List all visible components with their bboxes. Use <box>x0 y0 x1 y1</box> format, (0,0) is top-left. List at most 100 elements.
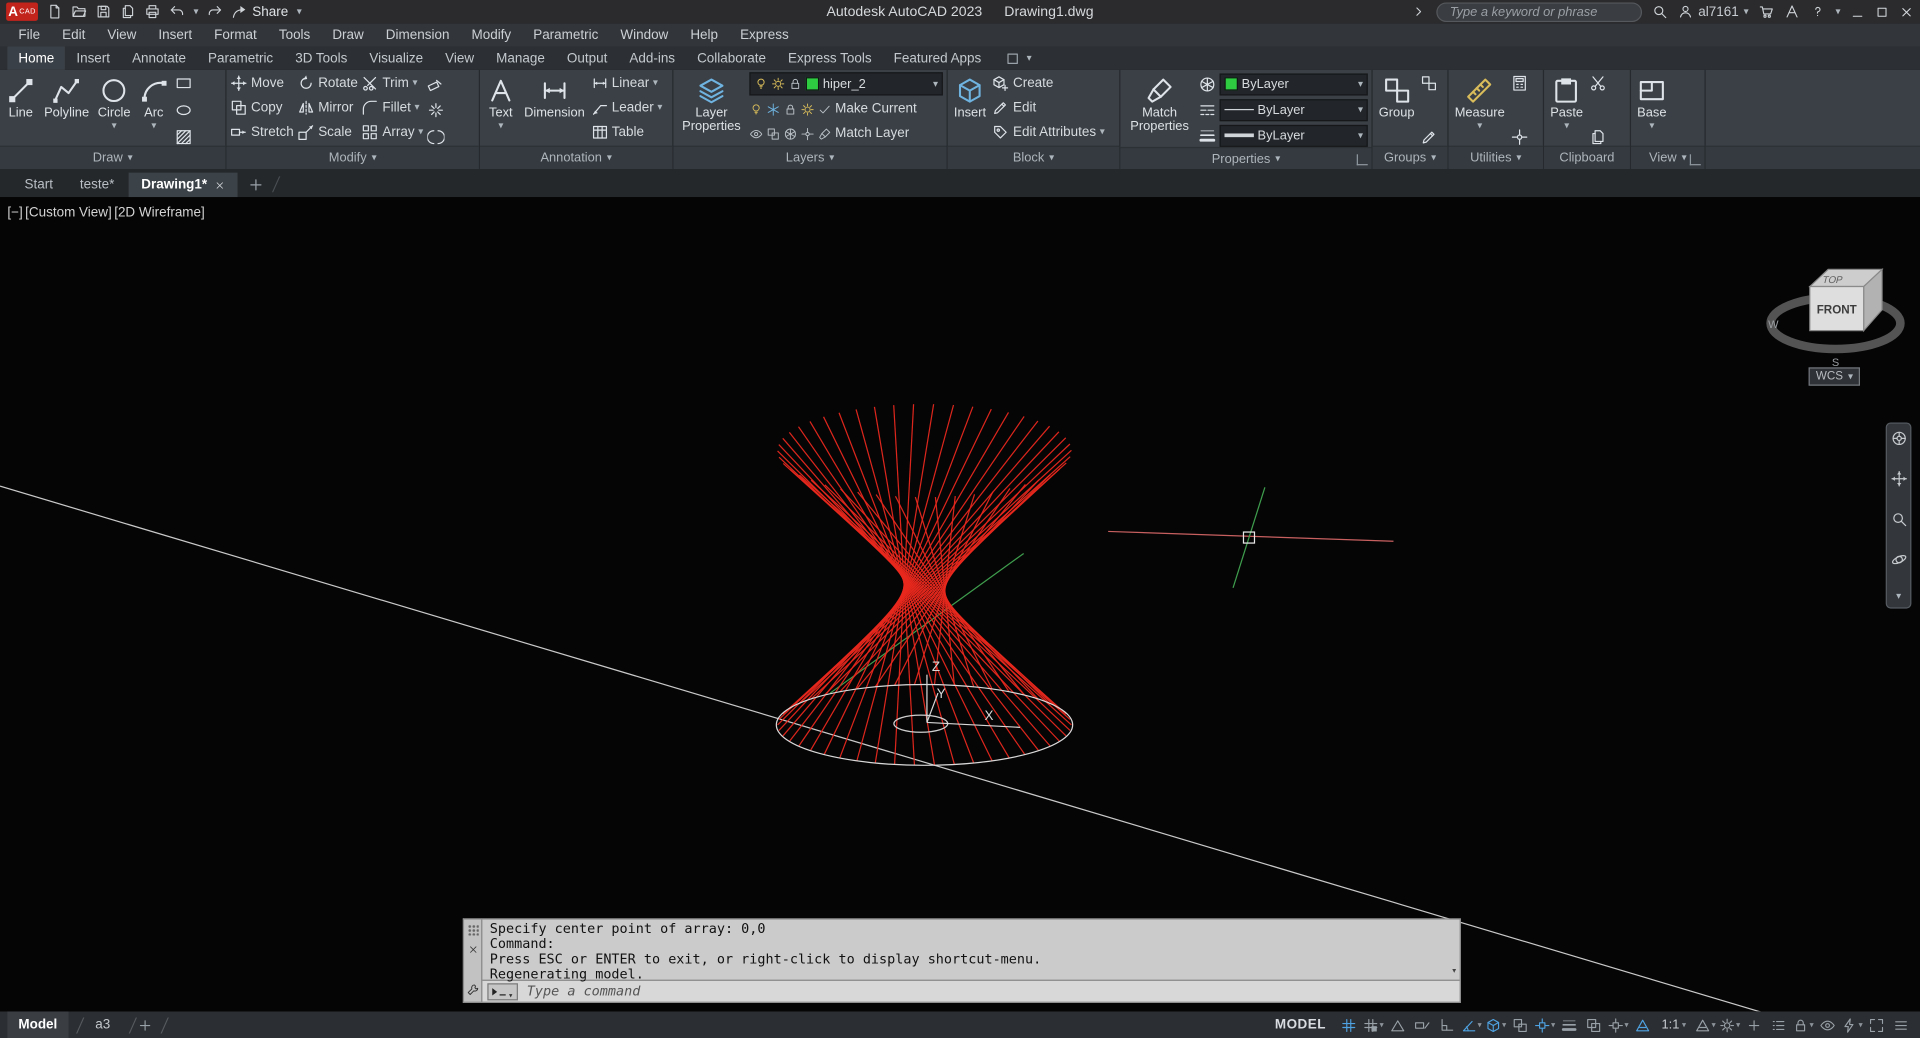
share-button[interactable]: Share <box>231 4 288 20</box>
viewcube-top-label[interactable]: TOP <box>1821 275 1844 286</box>
menu-item[interactable]: Express <box>729 28 800 43</box>
redo-button[interactable] <box>207 4 223 20</box>
ribbon-tab[interactable]: Collaborate <box>686 47 777 70</box>
lineweight-icon[interactable] <box>1199 127 1216 144</box>
menu-item[interactable]: Tools <box>268 28 321 43</box>
polyline-button[interactable]: Polyline <box>42 72 92 121</box>
annotation-panel-footer[interactable]: Annotation <box>480 146 672 169</box>
layer-properties-button[interactable]: Layer Properties <box>677 72 746 134</box>
ribbon-tab[interactable]: 3D Tools <box>284 47 358 70</box>
ribbon-tab[interactable]: Parametric <box>197 47 284 70</box>
close-command-window-icon[interactable] <box>467 944 478 955</box>
menu-item[interactable]: Help <box>679 28 729 43</box>
dimension-button[interactable]: Dimension <box>522 72 588 121</box>
object-snap-toggle[interactable] <box>1533 1014 1556 1036</box>
ribbon-tab[interactable]: Featured Apps <box>883 47 993 70</box>
selection-cycling-toggle[interactable] <box>1582 1014 1605 1036</box>
insert-block-button[interactable]: Insert <box>951 72 988 121</box>
graphics-performance[interactable] <box>1840 1014 1863 1036</box>
help-chevron-icon[interactable] <box>1835 7 1840 17</box>
create-block-button[interactable]: Create <box>992 72 1105 94</box>
drawing-area[interactable]: ZYX [−][Custom View][2D Wireframe] W S T… <box>0 197 1920 1011</box>
table-button[interactable]: Table <box>591 121 662 143</box>
make-current-button[interactable]: Make Current <box>835 102 917 117</box>
autocad-logo[interactable]: ACAD <box>6 2 38 20</box>
dialog-launcher-icon[interactable] <box>1357 154 1368 165</box>
new-file-button[interactable] <box>47 4 63 20</box>
measure-button[interactable]: Measure <box>1452 72 1507 132</box>
account-menu[interactable]: al7161 <box>1677 4 1748 20</box>
command-input[interactable] <box>524 982 1454 1000</box>
ribbon-tab[interactable]: Output <box>556 47 618 70</box>
layer-unisolate-icon[interactable] <box>767 127 780 140</box>
menu-item[interactable]: Edit <box>51 28 96 43</box>
model-tab[interactable]: Model <box>7 1011 68 1038</box>
ortho-mode-toggle[interactable] <box>1435 1014 1458 1036</box>
polar-tracking-toggle[interactable] <box>1459 1014 1482 1036</box>
copy-button[interactable]: Copy <box>230 97 294 119</box>
explode-icon[interactable] <box>427 102 444 119</box>
text-button[interactable]: Text <box>484 72 518 132</box>
clean-screen[interactable] <box>1865 1014 1888 1036</box>
ucs-dropdown[interactable]: WCS <box>1809 367 1861 385</box>
plot-button[interactable] <box>144 4 160 20</box>
edit-block-button[interactable]: Edit <box>992 97 1105 119</box>
lineweight-dropdown[interactable]: ByLayer <box>1220 124 1368 146</box>
lineweight-display-toggle[interactable] <box>1557 1014 1580 1036</box>
layer-isolate-icon[interactable] <box>749 127 762 140</box>
layer-color-icon[interactable] <box>784 127 797 140</box>
ungroup-icon[interactable] <box>1421 75 1438 92</box>
minimize-button[interactable] <box>1850 4 1865 19</box>
viewport-control[interactable]: [2D Wireframe] <box>114 206 205 221</box>
ribbon-tab[interactable]: Home <box>7 47 65 70</box>
arc-button[interactable]: Arc <box>137 72 171 132</box>
menu-item[interactable]: Parametric <box>522 28 609 43</box>
leader-button[interactable]: Leader <box>591 97 662 119</box>
trim-button[interactable]: Trim <box>362 72 424 94</box>
scale-button[interactable]: Scale <box>297 121 358 143</box>
menu-item[interactable]: Draw <box>321 28 374 43</box>
save-as-button[interactable] <box>120 4 136 20</box>
rectangle-icon[interactable] <box>175 75 192 92</box>
quick-properties-toggle[interactable] <box>1767 1014 1790 1036</box>
ribbon-tab[interactable]: Express Tools <box>777 47 883 70</box>
collapse-search-icon[interactable] <box>1411 4 1427 20</box>
autoscale-toggle[interactable] <box>1693 1014 1716 1036</box>
object-color-icon[interactable] <box>1199 75 1216 92</box>
grid-display-toggle[interactable] <box>1337 1014 1360 1036</box>
ribbon-tab[interactable]: Annotate <box>121 47 197 70</box>
orbit-icon[interactable] <box>1890 551 1907 568</box>
menu-item[interactable]: Dimension <box>375 28 461 43</box>
ribbon-tab[interactable]: Insert <box>65 47 121 70</box>
line-button[interactable]: Line <box>4 72 38 121</box>
id-point-icon[interactable] <box>1511 129 1528 146</box>
hatch-icon[interactable] <box>175 129 192 146</box>
linetype-icon[interactable] <box>1199 101 1216 118</box>
close-button[interactable] <box>1899 4 1914 19</box>
annotation-scale-button[interactable]: 1:1 <box>1655 1018 1692 1033</box>
menu-item[interactable]: Window <box>609 28 679 43</box>
customize-command-icon[interactable] <box>466 983 479 996</box>
command-prompt-icon[interactable] <box>487 983 518 1000</box>
linetype-dropdown[interactable]: ByLayer <box>1220 99 1368 121</box>
layer-freeze-icon[interactable] <box>767 102 780 115</box>
steering-wheel-icon[interactable] <box>1890 430 1907 447</box>
viewport-control[interactable]: [−] <box>7 206 22 221</box>
draw-panel-footer[interactable]: Draw <box>0 146 225 169</box>
customization[interactable] <box>1889 1014 1912 1036</box>
undo-chevron-icon[interactable] <box>193 7 198 17</box>
modify-panel-footer[interactable]: Modify <box>227 146 479 169</box>
workspace-switching[interactable] <box>1718 1014 1741 1036</box>
model-space-toggle[interactable]: MODEL <box>1265 1018 1336 1033</box>
fillet-button[interactable]: Fillet <box>362 97 424 119</box>
viewcube-front-label[interactable]: FRONT <box>1817 303 1857 316</box>
zoom-icon[interactable] <box>1890 511 1907 528</box>
store-cart-icon[interactable] <box>1758 4 1774 20</box>
clipboard-panel-footer[interactable]: Clipboard <box>1544 146 1630 169</box>
object-color-dropdown[interactable]: ByLayer <box>1220 73 1368 95</box>
linear-dimension-button[interactable]: Linear <box>591 72 662 94</box>
edit-attributes-button[interactable]: Edit Attributes <box>992 121 1105 143</box>
search-input[interactable] <box>1447 3 1631 20</box>
new-drawing-tab-button[interactable] <box>248 176 265 193</box>
viewcube[interactable]: W S TOP FRONT <box>1763 234 1916 383</box>
